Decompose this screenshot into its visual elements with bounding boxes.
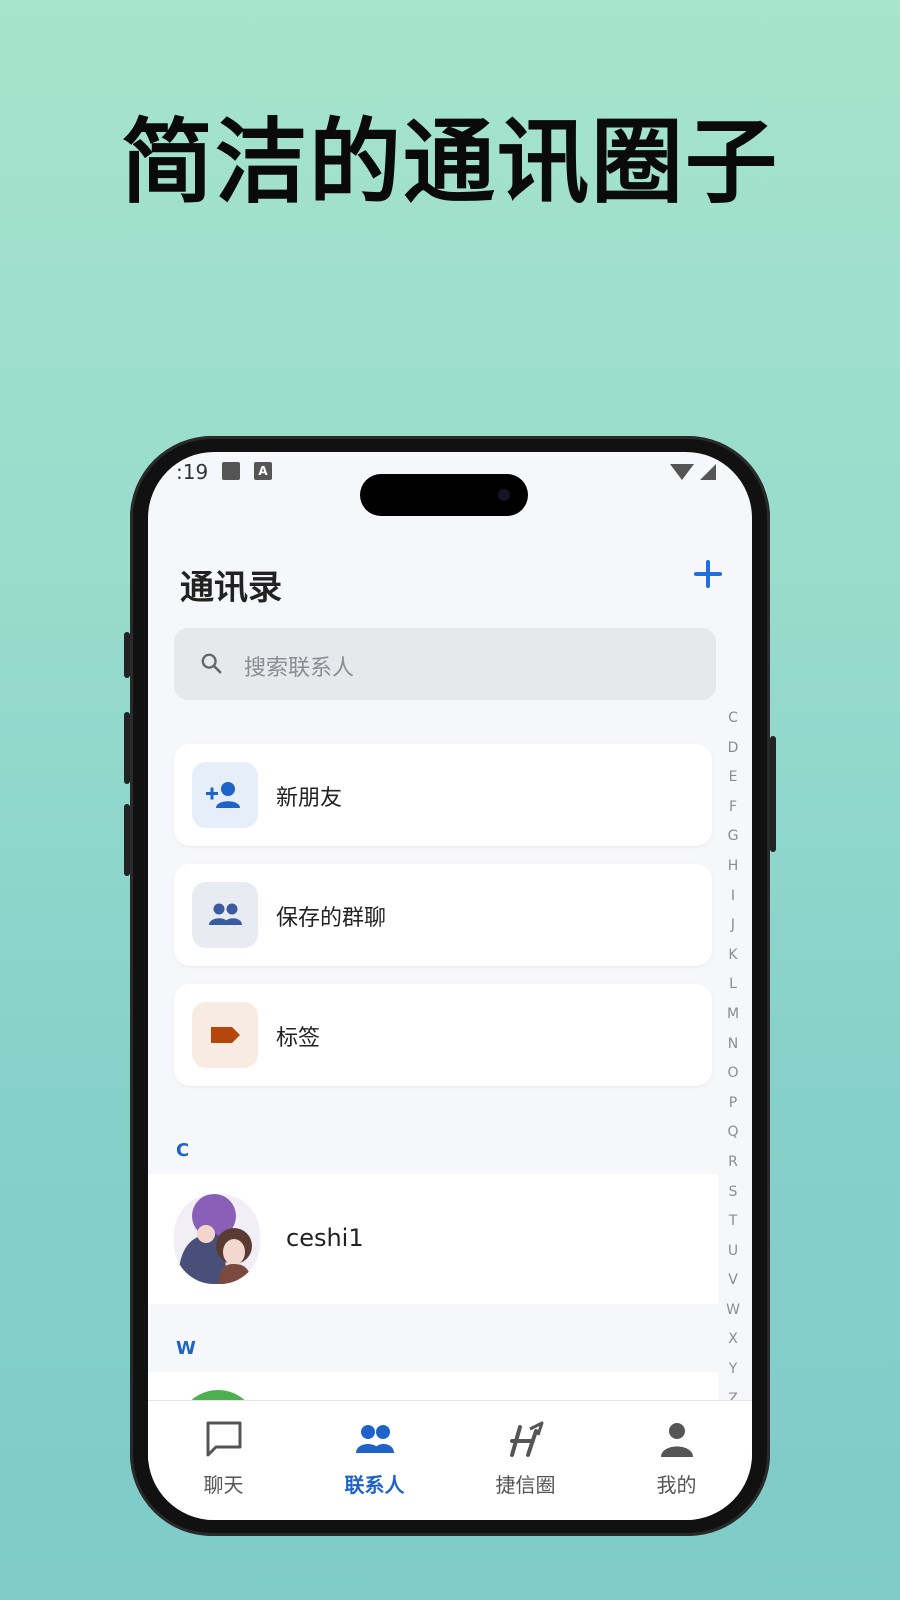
add-person-icon: [206, 782, 240, 808]
chat-icon: [206, 1421, 242, 1457]
app-screen: :19 A 通讯录 搜索联系人 新朋友 保存的群聊 标签 C ceshi1 W …: [148, 452, 752, 1520]
alpha-letter[interactable]: F: [724, 793, 742, 823]
alpha-letter[interactable]: U: [724, 1237, 742, 1267]
wifi-icon: [670, 464, 694, 480]
alpha-letter[interactable]: N: [724, 1030, 742, 1060]
new-friends-item[interactable]: 新朋友: [174, 744, 712, 846]
alpha-letter[interactable]: D: [724, 734, 742, 764]
tab-me-label: 我的: [656, 1473, 697, 1497]
bottom-tab-bar: 聊天 联系人 捷信圈 我的: [148, 1400, 752, 1520]
search-input[interactable]: 搜索联系人: [174, 628, 716, 700]
alpha-letter[interactable]: Y: [724, 1355, 742, 1385]
alpha-letter[interactable]: R: [724, 1148, 742, 1178]
phone-frame: :19 A 通讯录 搜索联系人 新朋友 保存的群聊 标签 C ceshi1 W …: [124, 436, 776, 1536]
phone-volume-up: [124, 712, 130, 784]
saved-groups-icon-box: [192, 882, 258, 948]
alpha-letter[interactable]: H: [724, 852, 742, 882]
tab-me[interactable]: 我的: [601, 1401, 752, 1501]
tag-icon: [211, 1027, 240, 1043]
alpha-letter[interactable]: L: [724, 970, 742, 1000]
alpha-letter[interactable]: S: [724, 1178, 742, 1208]
promo-headline: 简洁的通讯圈子: [120, 109, 779, 216]
alpha-letter[interactable]: V: [724, 1266, 742, 1296]
tab-moments-label: 捷信圈: [495, 1473, 556, 1497]
signal-icon: [700, 464, 716, 480]
front-camera: [498, 489, 510, 501]
contact-row[interactable]: ceshi1: [148, 1174, 718, 1304]
tags-icon-box: [192, 1002, 258, 1068]
dynamic-island: [360, 474, 528, 516]
avatar: [174, 1194, 260, 1284]
phone-power-button: [770, 736, 776, 852]
contact-name: ceshi1: [286, 1224, 364, 1252]
tab-moments[interactable]: 捷信圈: [450, 1401, 601, 1501]
alpha-letter[interactable]: K: [724, 941, 742, 971]
alpha-letter[interactable]: W: [724, 1296, 742, 1326]
search-placeholder: 搜索联系人: [244, 656, 355, 681]
saved-groups-item[interactable]: 保存的群聊: [174, 864, 712, 966]
alpha-letter[interactable]: Q: [724, 1118, 742, 1148]
new-friends-label: 新朋友: [276, 786, 343, 811]
tags-label: 标签: [276, 1026, 321, 1051]
alpha-letter[interactable]: O: [724, 1059, 742, 1089]
alpha-letter[interactable]: I: [724, 882, 742, 912]
plus-icon[interactable]: [690, 556, 726, 592]
contacts-icon: [356, 1425, 394, 1453]
group-icon: [209, 903, 242, 925]
alpha-letter[interactable]: T: [724, 1207, 742, 1237]
tags-item[interactable]: 标签: [174, 984, 712, 1086]
alpha-letter[interactable]: P: [724, 1089, 742, 1119]
alpha-letter[interactable]: C: [724, 704, 742, 734]
phone-volume-down: [124, 804, 130, 876]
search-icon: [201, 653, 222, 674]
profile-icon: [661, 1423, 693, 1457]
alpha-letter[interactable]: E: [724, 763, 742, 793]
alpha-letter[interactable]: J: [724, 911, 742, 941]
alphabet-index[interactable]: C D E F G H I J K L M N O P Q R S T U V …: [724, 704, 742, 1414]
alpha-letter[interactable]: M: [724, 1000, 742, 1030]
moments-logo-icon: [510, 1421, 544, 1457]
image-notification-icon: [222, 462, 240, 480]
section-header-c: C: [176, 1140, 190, 1161]
status-time: :19: [176, 460, 209, 484]
phone-side-button: [124, 632, 130, 678]
section-header-w: W: [176, 1338, 196, 1359]
a-notification-icon: A: [254, 462, 272, 480]
new-friends-icon-box: [192, 762, 258, 828]
alpha-letter[interactable]: G: [724, 822, 742, 852]
tab-chat[interactable]: 聊天: [148, 1401, 299, 1501]
page-title: 通讯录: [180, 568, 282, 608]
saved-groups-label: 保存的群聊: [276, 906, 387, 931]
alpha-letter[interactable]: X: [724, 1325, 742, 1355]
tab-contacts-label: 联系人: [344, 1473, 405, 1497]
tab-contacts[interactable]: 联系人: [299, 1401, 450, 1501]
tab-chat-label: 聊天: [203, 1473, 244, 1497]
